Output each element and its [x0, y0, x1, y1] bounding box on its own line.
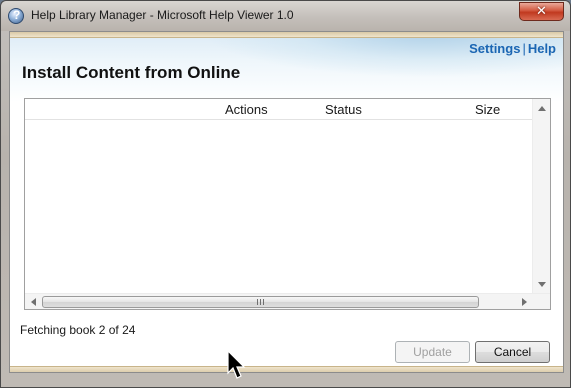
scroll-right-icon[interactable]	[522, 298, 527, 306]
app-window: Help Library Manager - Microsoft Help Vi…	[0, 0, 571, 388]
status-text: Fetching book 2 of 24	[20, 323, 136, 337]
window-title: Help Library Manager - Microsoft Help Vi…	[31, 8, 294, 22]
vertical-scrollbar[interactable]	[532, 99, 550, 295]
settings-link[interactable]: Settings	[469, 41, 520, 56]
scroll-down-icon[interactable]	[538, 282, 546, 287]
arrow-cursor-icon	[227, 350, 246, 379]
page-title: Install Content from Online	[22, 63, 241, 82]
bottom-decor-strip	[10, 366, 563, 372]
title-bar[interactable]: Help Library Manager - Microsoft Help Vi…	[1, 1, 570, 31]
column-header-size[interactable]: Size	[475, 102, 500, 117]
top-decor-strip	[10, 32, 563, 38]
horizontal-scrollbar[interactable]	[25, 293, 550, 309]
column-header-status[interactable]: Status	[325, 102, 362, 117]
link-separator: |	[522, 41, 526, 56]
list-header: Actions Status Size	[25, 99, 532, 120]
column-header-actions[interactable]: Actions	[225, 102, 268, 117]
cancel-button[interactable]: Cancel	[475, 341, 550, 363]
scroll-up-icon[interactable]	[538, 106, 546, 111]
close-icon: ✕	[536, 4, 547, 19]
close-button[interactable]: ✕	[519, 2, 564, 21]
content-list[interactable]: Actions Status Size	[24, 98, 551, 310]
grip-icon	[257, 299, 265, 305]
update-button[interactable]: Update	[395, 341, 470, 363]
horizontal-scroll-thumb[interactable]	[42, 296, 479, 308]
client-area: Settings | Help Install Content from Onlin…	[9, 31, 564, 373]
help-link[interactable]: Help	[528, 41, 556, 56]
header-links: Settings | Help	[469, 41, 556, 56]
help-viewer-icon	[8, 8, 24, 24]
scroll-left-icon[interactable]	[31, 298, 36, 306]
